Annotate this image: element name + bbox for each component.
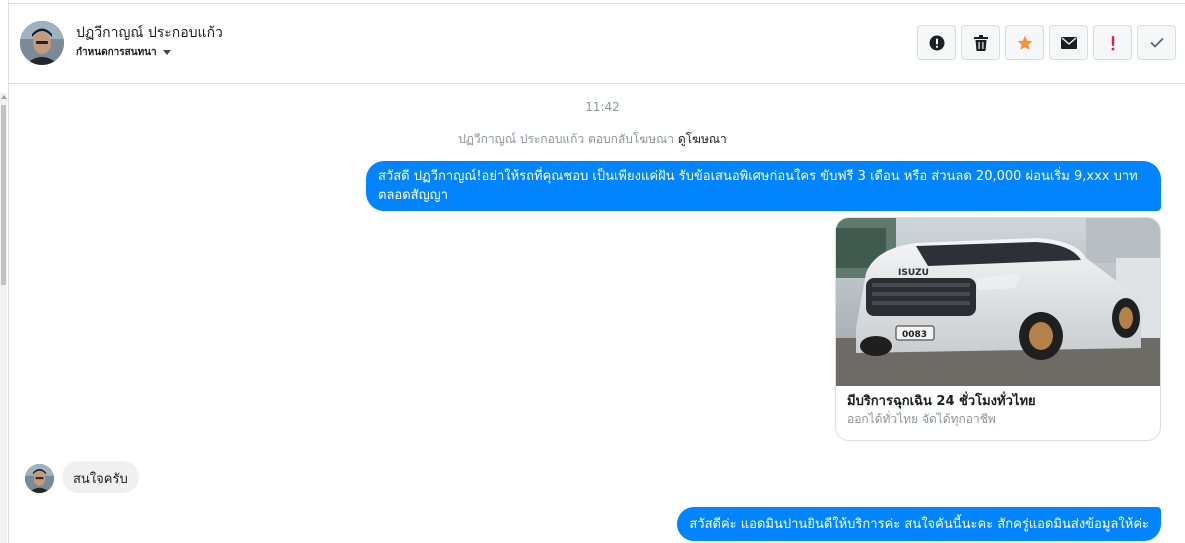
mark-done-button[interactable]	[1137, 25, 1176, 60]
ad-title: มีบริการฉุกเฉิน 24 ชั่วโมงทั่วไทย	[847, 394, 1036, 409]
svg-text:0083: 0083	[902, 330, 927, 340]
ad-subtitle: ออกได้ทั่วไทย จัดได้ทุกอาชีพ	[847, 412, 996, 426]
scroll-up-arrow-icon[interactable]	[1, 95, 7, 99]
alert-circle-icon	[929, 35, 944, 50]
mark-spam-button[interactable]	[917, 25, 956, 60]
avatar[interactable]	[25, 464, 54, 493]
ad-card[interactable]: ISUZU 0083 มีบริการฉุกเฉิน 24 ชั่วโมงทั่…	[835, 217, 1161, 441]
star-button[interactable]	[1005, 25, 1044, 60]
checkmark-icon	[1149, 37, 1164, 48]
contact-name: ปฏวีกาญณ์ ประกอบแก้ว	[76, 25, 223, 41]
important-button[interactable]	[1093, 25, 1132, 60]
svg-text:ISUZU: ISUZU	[898, 268, 929, 278]
ad-reply-notice-text: ปฏวีกาญณ์ ประกอบแก้ว ตอบกลับโฆษณา	[458, 132, 674, 146]
outgoing-message: สวัสดีค่ะ แอดมินปานยินดีให้บริการค่ะ สนใ…	[677, 507, 1161, 541]
message-timestamp: 11:42	[585, 100, 620, 114]
conversation-header: ปฏวีกาญณ์ ประกอบแก้ว กำหนดการสนทนา	[9, 4, 1185, 84]
delete-button[interactable]	[961, 25, 1000, 60]
conversation-label-dropdown[interactable]: กำหนดการสนทนา	[76, 45, 171, 60]
envelope-icon	[1060, 36, 1077, 49]
outgoing-message: สวัสดี ปฏวีกาญณ์!อย่าให้รถที่คุณชอบ เป็น…	[366, 161, 1161, 211]
caret-down-icon	[162, 50, 171, 55]
mark-unread-button[interactable]	[1049, 25, 1088, 60]
star-icon	[1017, 35, 1032, 50]
view-ad-link[interactable]: ดูโฆษณา	[678, 132, 727, 146]
ad-image: ISUZU 0083	[836, 218, 1160, 386]
avatar[interactable]	[20, 21, 64, 65]
conversation-actions	[917, 25, 1176, 60]
conversation-label-text: กำหนดการสนทนา	[76, 47, 157, 58]
ad-reply-notice: ปฏวีกาญณ์ ประกอบแก้ว ตอบกลับโฆษณา ดูโฆษณ…	[0, 130, 1185, 149]
inbox-conversation-view: ปฏวีกาญณ์ ประกอบแก้ว กำหนดการสนทนา 11:42…	[0, 0, 1185, 543]
incoming-message: สนใจครับ	[62, 461, 139, 493]
exclamation-icon	[1111, 35, 1114, 50]
trash-icon	[973, 34, 988, 51]
scrollbar[interactable]	[0, 93, 7, 543]
